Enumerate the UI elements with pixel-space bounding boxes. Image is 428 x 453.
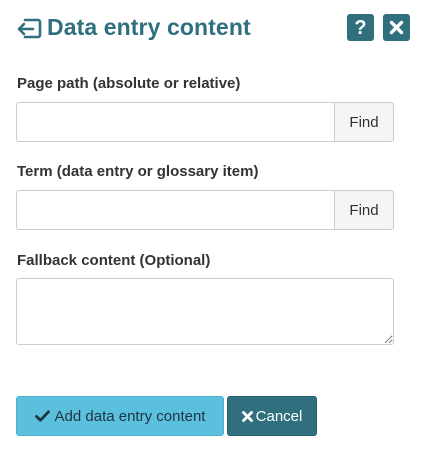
- page-path-input-group: Find: [16, 102, 394, 142]
- add-data-entry-content-label: Add data entry content: [54, 407, 206, 425]
- cancel-label: Cancel: [255, 407, 303, 425]
- page-path-input[interactable]: [16, 102, 334, 142]
- page-path-label: Page path (absolute or relative): [17, 75, 241, 92]
- dialog-title: Data entry content: [47, 14, 251, 40]
- page-path-find-button[interactable]: Find: [334, 102, 394, 142]
- term-input-group: Find: [16, 190, 394, 230]
- close-button[interactable]: [383, 14, 410, 41]
- help-icon: ?: [354, 16, 367, 39]
- data-entry-content-dialog: Data entry content ? Page path (absolute…: [0, 0, 428, 453]
- x-icon: [241, 410, 253, 422]
- term-label: Term (data entry or glossary item): [17, 163, 259, 180]
- fallback-content-textarea[interactable]: [16, 278, 394, 345]
- close-icon: [389, 20, 404, 35]
- help-button[interactable]: ?: [347, 14, 374, 41]
- term-find-button[interactable]: Find: [334, 190, 394, 230]
- add-data-entry-content-button[interactable]: Add data entry content: [16, 396, 224, 436]
- term-input[interactable]: [16, 190, 334, 230]
- cancel-button[interactable]: Cancel: [227, 396, 317, 436]
- fallback-content-label: Fallback content (Optional): [17, 252, 211, 269]
- checkmark-icon: [34, 410, 50, 422]
- return-arrow-icon[interactable]: [16, 15, 44, 41]
- dialog-header: Data entry content ?: [16, 12, 412, 46]
